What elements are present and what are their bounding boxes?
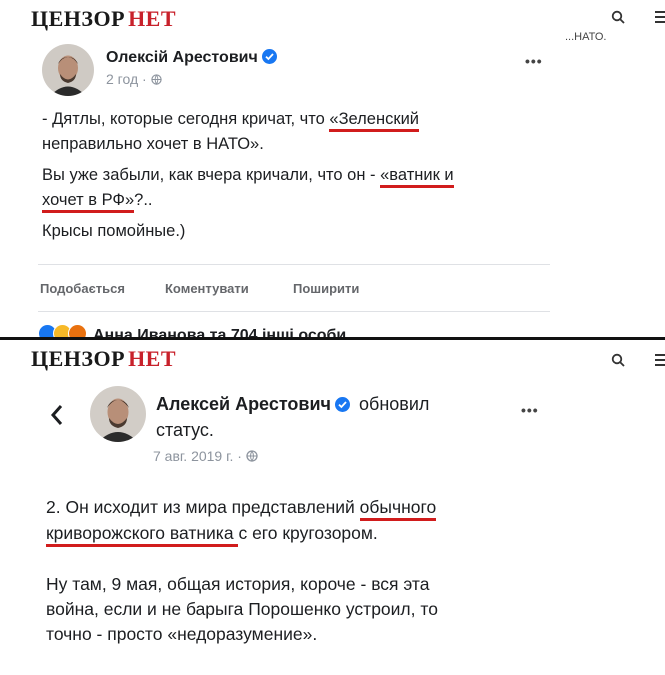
screenshot-panel-top: ЦЕНЗОР НЕТ ...НАТО. Олексій Арестович 2 г… [0,0,665,340]
divider [38,264,550,265]
verified-icon [335,397,350,412]
like-button[interactable]: Подобається [40,281,125,296]
post-text-line: война, если и не барыга Порошенко устрои… [46,599,438,619]
cut-off-text: ...НАТО. [565,31,607,43]
comment-button[interactable]: Коментувати [165,281,249,296]
screenshot-panel-bottom: ЦЕНЗОР НЕТ Алексей Арестович обновил стат… [0,340,665,675]
verified-icon [261,49,277,64]
site-logo[interactable]: ЦЕНЗОР НЕТ [31,6,176,32]
more-icon[interactable]: ••• [521,402,539,418]
divider [38,311,550,312]
post-text-line: - Дятлы, которые сегодня кричат, что «Зе… [42,110,419,132]
avatar[interactable] [90,386,146,442]
post-timestamp[interactable]: 2 год · [106,71,162,87]
post-text-line: Крысы помойные.) [42,222,186,240]
menu-icon[interactable] [655,354,665,369]
share-button[interactable]: Поширити [293,281,359,296]
post-text-line: неправильно хочет в НАТО». [42,135,264,153]
author-name[interactable]: Алексей Арестович обновил [156,394,429,415]
avatar[interactable] [42,44,94,96]
menu-icon[interactable] [655,11,665,26]
globe-icon [246,450,258,462]
post-text-line: точно - просто «недоразумение». [46,624,318,644]
search-icon[interactable] [611,353,625,367]
site-logo[interactable]: ЦЕНЗОР НЕТ [31,346,176,372]
author-name[interactable]: Олексій Арестович [106,49,277,67]
more-icon[interactable]: ••• [525,53,543,69]
search-icon[interactable] [611,10,625,24]
globe-icon [150,74,162,85]
post-text-line: 2. Он исходит из мира представлений обыч… [46,497,437,521]
post-text-line: Ну там, 9 мая, общая история, короче - в… [46,574,430,594]
post-text-line: криворожского ватника с его кругозором. [46,523,378,547]
status-text: статус. [156,420,214,440]
back-icon[interactable] [50,404,64,426]
post-text-line: хочет в РФ»?.. [42,191,153,213]
post-text-line: Вы уже забыли, как вчера кричали, что он… [42,166,454,188]
post-timestamp[interactable]: 7 авг. 2019 г. · [153,448,258,464]
